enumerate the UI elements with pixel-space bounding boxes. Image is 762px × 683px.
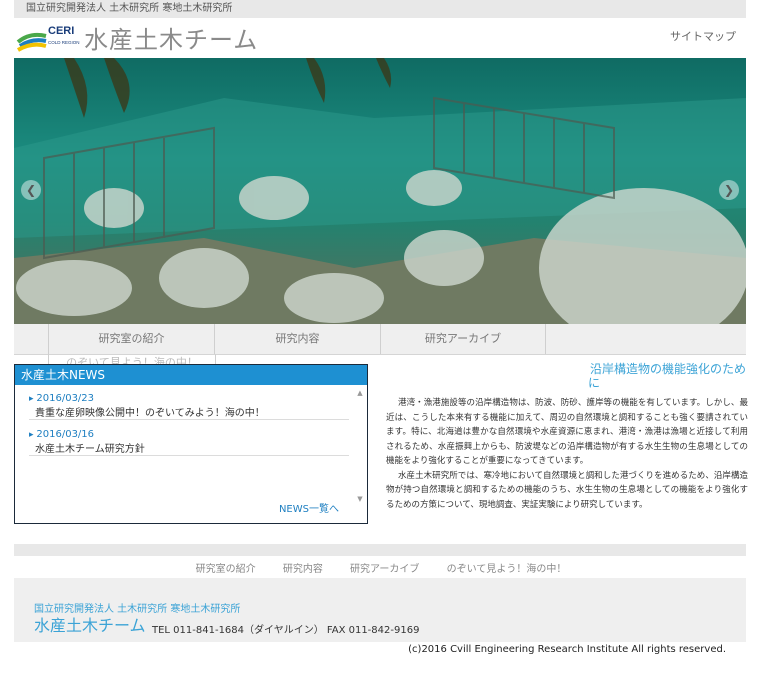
top-info-bar: 国立研究開発法人 土木研究所 寒地土木研究所: [14, 0, 746, 18]
scroll-down-icon[interactable]: ▼: [355, 495, 365, 503]
footer: 国立研究開発法人 土木研究所 寒地土木研究所 水産土木チーム TEL 011-8…: [14, 578, 746, 642]
footer-nav: 研究室の紹介 研究内容 研究アーカイブ のぞいて見よう！海の中！: [0, 560, 762, 575]
news-item[interactable]: 2016/03/23 貴重な産卵映像公開中！のぞいてみよう！海の中！: [29, 393, 349, 420]
article-paragraph: 港湾・漁港施設等の沿岸構造物は、防波、防砂、護岸等の機能を有しています。しかし、…: [386, 398, 748, 466]
news-date: 2016/03/16: [29, 429, 349, 440]
hero-slideshow: ❮ ❯: [14, 58, 746, 324]
footer-nav-research[interactable]: 研究内容: [283, 564, 323, 575]
underwater-photo: [14, 58, 746, 324]
ceri-logo[interactable]: CERI COLD REGION: [16, 22, 80, 52]
article-paragraph: 水産土木研究所では、寒冷地において自然環境と調和した港づくりを進めるため、沿岸構…: [386, 470, 748, 510]
footer-team-title: 水産土木チーム: [34, 616, 146, 635]
copyright: (c)2016 Cvill Engineering Research Insti…: [408, 644, 726, 655]
article-title-line: 沿岸構造物の機能強化のため: [589, 362, 746, 376]
footer-nav-undersea[interactable]: のぞいて見よう！海の中！: [447, 564, 567, 575]
news-title[interactable]: 貴重な産卵映像公開中！のぞいてみよう！海の中！: [29, 404, 349, 419]
nav-overflow-item[interactable]: のぞいて見よう！海の中！: [48, 354, 216, 364]
footer-nav-archive[interactable]: 研究アーカイブ: [350, 564, 419, 575]
site-title[interactable]: 水産土木チーム: [84, 20, 258, 55]
main-nav: 研究室の紹介 研究内容 研究アーカイブ: [14, 324, 746, 355]
org-line: 国立研究開発法人 土木研究所 寒地土木研究所: [26, 3, 233, 14]
slider-prev-icon[interactable]: ❮: [21, 180, 41, 200]
logo-text: CERI: [48, 25, 74, 37]
scroll-up-icon[interactable]: ▲: [355, 389, 365, 397]
news-title[interactable]: 水産土木チーム研究方針: [29, 440, 349, 455]
logo-subtext: COLD REGION: [48, 40, 80, 45]
news-panel: 水産土木NEWS 2016/03/23 貴重な産卵映像公開中！のぞいてみよう！海…: [14, 364, 368, 524]
nav-research[interactable]: 研究内容: [214, 324, 380, 354]
nav-archive[interactable]: 研究アーカイブ: [380, 324, 546, 354]
article-section: 沿岸構造物の機能強化のため に 港湾・漁港施設等の沿岸構造物は、防波、防砂、護岸…: [386, 362, 748, 512]
article-title-line: に: [588, 376, 601, 390]
footer-contact: TEL 011-841-1684（ダイヤルイン） FAX 011-842-916…: [152, 625, 420, 636]
article-title: 沿岸構造物の機能強化のため に: [386, 362, 748, 390]
nav-lab-intro[interactable]: 研究室の紹介: [48, 324, 214, 354]
news-list-link[interactable]: NEWS一覧へ: [279, 500, 339, 515]
news-item[interactable]: 2016/03/16 水産土木チーム研究方針: [29, 429, 349, 456]
sitemap-link[interactable]: サイトマップ: [670, 28, 736, 44]
news-date: 2016/03/23: [29, 393, 349, 404]
divider: [14, 544, 746, 556]
slider-next-icon[interactable]: ❯: [719, 180, 739, 200]
news-heading: 水産土木NEWS: [15, 365, 367, 385]
news-scrollbar[interactable]: ▲ ▼: [355, 389, 365, 503]
footer-nav-lab-intro[interactable]: 研究室の紹介: [196, 564, 256, 575]
